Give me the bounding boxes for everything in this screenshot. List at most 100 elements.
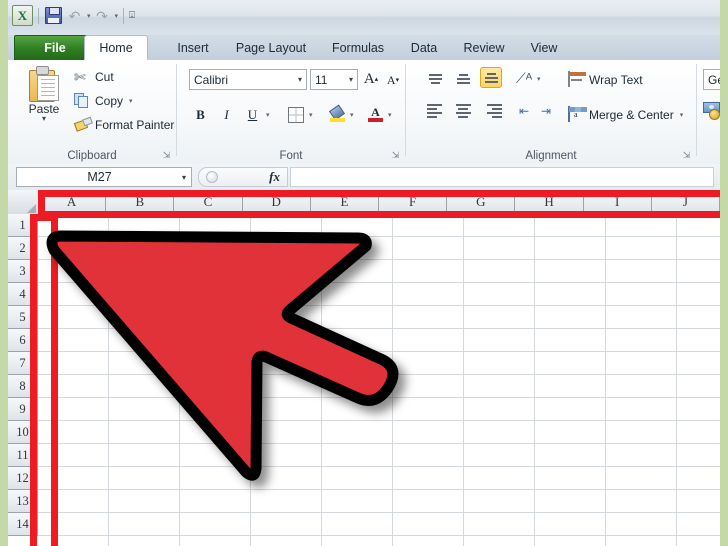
row-header-3[interactable]: 3 [8, 260, 38, 283]
tab-page-layout[interactable]: Page Layout [216, 35, 326, 60]
middle-align-button[interactable] [452, 68, 474, 89]
row-header-14[interactable]: 14 [8, 513, 38, 536]
clipboard-dialog-launcher[interactable]: ⇲ [161, 150, 172, 161]
column-header-e[interactable]: E [310, 190, 380, 214]
fill-color-dropdown-caret-icon[interactable]: ▾ [350, 111, 354, 119]
row-header-11[interactable]: 11 [8, 444, 38, 467]
shrink-font-letter: A [386, 72, 396, 87]
row-headers: 1 2 3 4 5 6 7 8 9 10 11 12 13 14 [8, 214, 38, 546]
tab-view[interactable]: View [510, 35, 578, 60]
borders-icon [287, 106, 304, 123]
row-header-10[interactable]: 10 [8, 421, 38, 444]
tab-home[interactable]: Home [84, 35, 148, 60]
shrink-font-caret-icon: ▾ [395, 76, 400, 84]
name-box[interactable]: M27 ▾ [16, 167, 192, 187]
copy-dropdown-caret-icon[interactable]: ▾ [129, 97, 133, 105]
wrap-text-button[interactable]: Wrap Text [568, 69, 643, 91]
row-header-13[interactable]: 13 [8, 490, 38, 513]
name-box-caret-icon[interactable]: ▾ [182, 173, 191, 182]
merge-center-dropdown-caret-icon[interactable]: ▾ [680, 111, 684, 119]
row-header-8[interactable]: 8 [8, 375, 38, 398]
underline-dropdown-caret-icon[interactable]: ▾ [266, 111, 270, 119]
number-format-value: Ge [708, 72, 720, 87]
column-header-g[interactable]: G [447, 190, 516, 214]
underline-button[interactable]: U [242, 104, 263, 125]
column-header-i[interactable]: I [583, 190, 652, 214]
customize-qat-icon[interactable]: ⍗ [129, 10, 135, 21]
borders-button[interactable] [285, 104, 306, 125]
redo-dropdown-caret-icon[interactable]: ▾ [115, 12, 119, 20]
copy-button[interactable]: Copy ▾ [74, 90, 133, 112]
align-right-button[interactable] [480, 100, 505, 121]
formula-bar-buttons: fx [198, 167, 288, 187]
font-dialog-launcher[interactable]: ⇲ [390, 150, 401, 161]
row-header-5[interactable]: 5 [8, 306, 38, 329]
font-name-combo[interactable]: Calibri ▾ [189, 69, 307, 90]
orientation-button[interactable]: ⟋ᴬ [514, 68, 534, 88]
column-header-a[interactable]: A [38, 190, 107, 214]
wrap-text-label: Wrap Text [589, 73, 643, 87]
row-header-4[interactable]: 4 [8, 283, 38, 306]
top-align-button[interactable] [424, 68, 446, 89]
formula-bar-row: M27 ▾ fx [8, 164, 720, 191]
undo-button[interactable]: ↶ [65, 6, 84, 25]
font-color-dropdown-caret-icon[interactable]: ▾ [388, 111, 392, 119]
save-button[interactable] [44, 6, 63, 25]
select-all-corner[interactable] [8, 190, 39, 215]
currency-icon[interactable] [703, 102, 720, 120]
row-header-7[interactable]: 7 [8, 352, 38, 375]
column-header-b[interactable]: B [106, 190, 175, 214]
decrease-indent-button[interactable]: ⇤ [515, 102, 533, 120]
clipboard-group-label: Clipboard [67, 150, 117, 162]
cut-button[interactable]: ✄ Cut [74, 66, 114, 88]
insert-function-icon[interactable]: fx [269, 169, 280, 185]
ribbon-body: Paste ▾ ✄ Cut Copy ▾ Format Painter Clip… [8, 60, 720, 165]
column-header-j[interactable]: J [651, 190, 720, 214]
formula-input[interactable] [290, 167, 714, 187]
increase-indent-button[interactable]: ⇥ [537, 102, 555, 120]
font-size-caret-icon[interactable]: ▾ [349, 75, 357, 84]
scissors-icon: ✄ [74, 69, 86, 85]
column-header-c[interactable]: C [174, 190, 243, 214]
column-header-f[interactable]: F [379, 190, 448, 214]
redo-arrow-icon: ↷ [96, 7, 108, 24]
bottom-align-button[interactable] [480, 67, 502, 88]
font-name-caret-icon[interactable]: ▾ [298, 75, 306, 84]
ribbon-tabstrip: File Home Insert Page Layout Formulas Da… [8, 35, 720, 61]
borders-dropdown-caret-icon[interactable]: ▾ [309, 111, 313, 119]
column-header-h[interactable]: H [515, 190, 584, 214]
grow-font-button[interactable]: A ▴ [361, 69, 381, 89]
column-header-d[interactable]: D [242, 190, 311, 214]
font-group-label: Font [279, 150, 303, 162]
cell-area[interactable] [38, 214, 720, 546]
row-header-12[interactable]: 12 [8, 467, 38, 490]
grow-font-caret-icon: ▴ [374, 75, 379, 83]
italic-button[interactable]: I [216, 104, 237, 125]
grow-font-letter: A [363, 70, 375, 87]
paste-button[interactable]: Paste ▾ [18, 64, 70, 136]
cut-label: Cut [95, 70, 114, 84]
number-format-combo[interactable]: Ge [703, 69, 720, 90]
align-center-button[interactable] [452, 100, 474, 121]
font-color-button[interactable]: A [365, 104, 386, 125]
bold-button[interactable]: B [190, 104, 211, 125]
merge-center-button[interactable]: Merge & Center ▾ [568, 104, 683, 126]
row-header-2[interactable]: 2 [8, 237, 38, 260]
excel-logo-icon[interactable]: X [12, 5, 33, 26]
row-header-6[interactable]: 6 [8, 329, 38, 352]
font-size-combo[interactable]: 11 ▾ [310, 69, 358, 90]
copy-icon [74, 93, 90, 109]
format-painter-button[interactable]: Format Painter [74, 114, 174, 136]
fill-color-button[interactable] [327, 104, 348, 125]
paste-dropdown-caret-icon[interactable]: ▾ [42, 115, 46, 123]
shrink-font-button[interactable]: A ▾ [383, 70, 403, 90]
redo-button[interactable]: ↷ [93, 6, 112, 25]
align-left-button[interactable] [424, 100, 449, 121]
alignment-dialog-launcher[interactable]: ⇲ [681, 150, 692, 161]
row-header-1[interactable]: 1 [8, 214, 38, 237]
undo-dropdown-caret-icon[interactable]: ▾ [87, 12, 91, 20]
ribbon-group-alignment: ⟋ᴬ ▾ ⇤ ⇥ Wrap Text Merge & Center ▾ Alig… [406, 60, 696, 164]
cancel-enter-icon[interactable] [206, 171, 218, 183]
orientation-dropdown-caret-icon[interactable]: ▾ [537, 75, 541, 83]
row-header-9[interactable]: 9 [8, 398, 38, 421]
